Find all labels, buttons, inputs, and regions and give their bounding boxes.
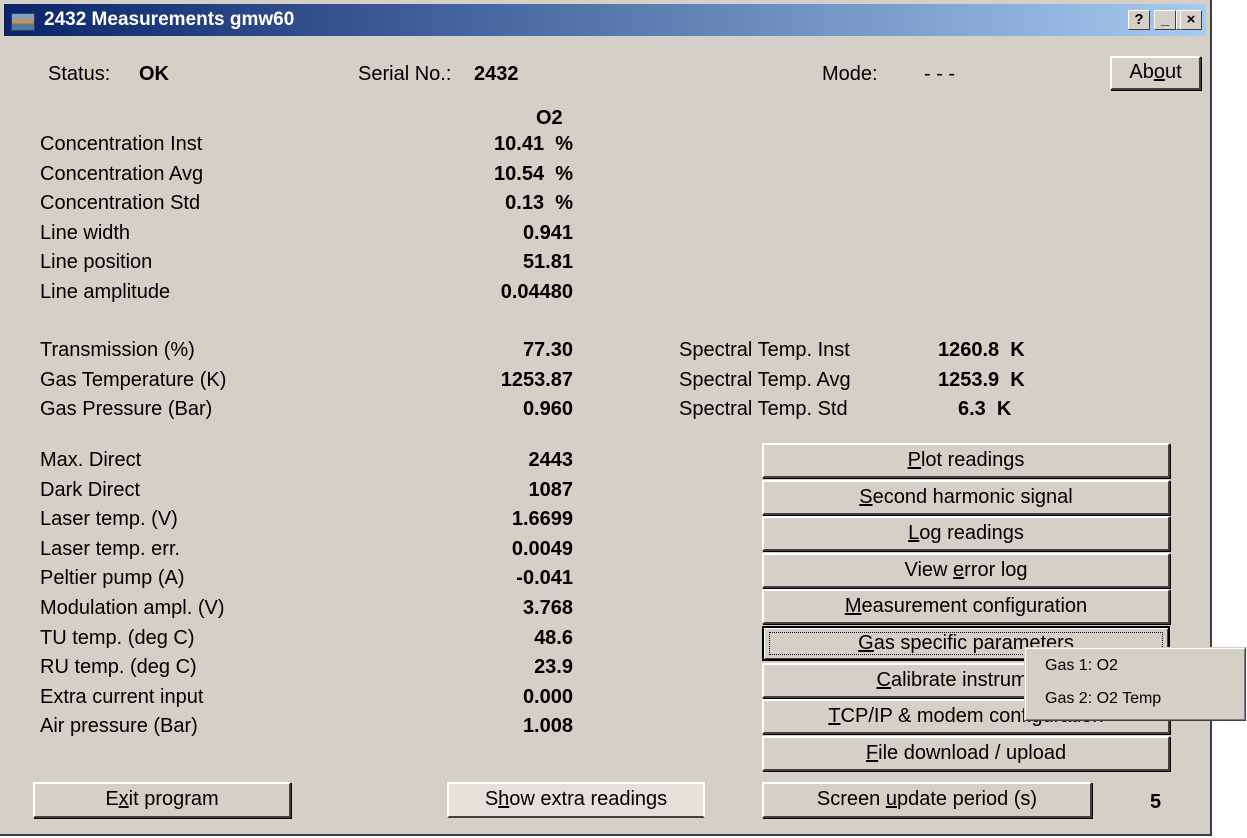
reading-label: Laser temp. err. [40, 537, 181, 560]
status-value: OK [139, 63, 169, 85]
reading-label: Concentration Avg [40, 162, 204, 185]
mode-value: - - - [924, 63, 956, 85]
reading-value: 1.6699 [511, 508, 573, 531]
reading-label: Peltier pump (A) [40, 567, 185, 590]
exit-program-button[interactable]: Exit program [33, 782, 291, 818]
reading-label: RU temp. (deg C) [40, 656, 197, 679]
spectral-temp-value: 6.3 K [958, 398, 1012, 421]
reading-value: 51.81 [522, 251, 573, 274]
menu-item-gas-1[interactable]: Gas 1: O2 [1045, 657, 1118, 675]
spectral-temp-label: Spectral Temp. Inst [679, 339, 850, 361]
action-button-1[interactable]: Second harmonic signal [762, 479, 1170, 515]
reading-value: 10.41 % [494, 133, 573, 155]
title-bar[interactable]: 2432 Measurements gmw60 ? _ □ × [4, 4, 1206, 36]
action-button-8[interactable]: File download / upload [762, 735, 1170, 771]
action-button-2[interactable]: Log readings [762, 516, 1170, 552]
minimize-button[interactable]: _ [1154, 10, 1176, 30]
serial-value: 2432 [474, 63, 519, 85]
window-title: 2432 Measurements gmw60 [44, 9, 295, 30]
reading-label: Concentration Inst [40, 133, 203, 155]
reading-label: Max. Direct [40, 449, 142, 471]
gas-column-header: O2 [536, 107, 563, 129]
menu-item-gas-2[interactable]: Gas 2: O2 Temp [1045, 690, 1161, 708]
reading-label: Line amplitude [40, 281, 171, 303]
reading-value: 0.941 [522, 221, 573, 244]
reading-value: 0.0049 [511, 537, 573, 560]
reading-label: Transmission (%) [40, 339, 195, 361]
reading-label: Dark Direct [40, 478, 141, 501]
about-button[interactable]: About [1110, 56, 1201, 90]
reading-label: Gas Temperature (K) [40, 368, 227, 391]
reading-value: 10.54 % [494, 162, 573, 185]
status-label: Status: [48, 63, 111, 85]
reading-value: 3.768 [522, 597, 573, 619]
reading-value: -0.041 [516, 567, 573, 590]
reading-label: TU temp. (deg C) [40, 626, 195, 649]
screen-update-period-button[interactable]: Screen update period (s) [762, 782, 1092, 818]
reading-value: 0.04480 [500, 281, 573, 303]
reading-value: 0.000 [522, 685, 573, 708]
close-button[interactable]: × [1180, 10, 1202, 30]
reading-value: 77.30 [522, 339, 573, 361]
reading-label: Extra current input [40, 685, 204, 708]
reading-label: Laser temp. (V) [40, 508, 178, 531]
spectral-temp-label: Spectral Temp. Std [679, 398, 848, 421]
app-icon [11, 13, 35, 31]
gas-context-menu: Gas 1: O2 Gas 2: O2 Temp [1024, 647, 1246, 721]
reading-value: 0.13 % [505, 192, 573, 215]
reading-value: 23.9 [534, 656, 573, 679]
spectral-temp-value: 1253.9 K [938, 368, 1025, 391]
update-period-value: 5 [1150, 791, 1162, 813]
reading-value: 0.960 [522, 398, 573, 421]
reading-label: Air pressure (Bar) [40, 715, 198, 738]
reading-label: Concentration Std [40, 192, 201, 215]
reading-label: Gas Pressure (Bar) [40, 398, 213, 421]
reading-value: 1.008 [522, 715, 573, 738]
show-extra-readings-button[interactable]: Show extra readings [447, 782, 705, 818]
action-button-4[interactable]: Measurement configuration [762, 589, 1170, 625]
mode-label: Mode: [822, 63, 878, 85]
action-button-3[interactable]: View error log [762, 552, 1170, 588]
help-button[interactable]: ? [1128, 10, 1150, 30]
reading-value: 1087 [528, 478, 574, 501]
spectral-temp-value: 1260.8 K [938, 339, 1025, 361]
spectral-temp-label: Spectral Temp. Avg [679, 368, 851, 391]
reading-label: Line position [40, 251, 153, 274]
reading-label: Modulation ampl. (V) [40, 597, 225, 619]
reading-value: 1253.87 [500, 368, 573, 391]
reading-value: 48.6 [534, 626, 573, 649]
reading-value: 2443 [528, 449, 574, 471]
reading-label: Line width [40, 221, 131, 244]
action-button-0[interactable]: Plot readings [762, 443, 1170, 478]
serial-label: Serial No.: [358, 63, 452, 85]
